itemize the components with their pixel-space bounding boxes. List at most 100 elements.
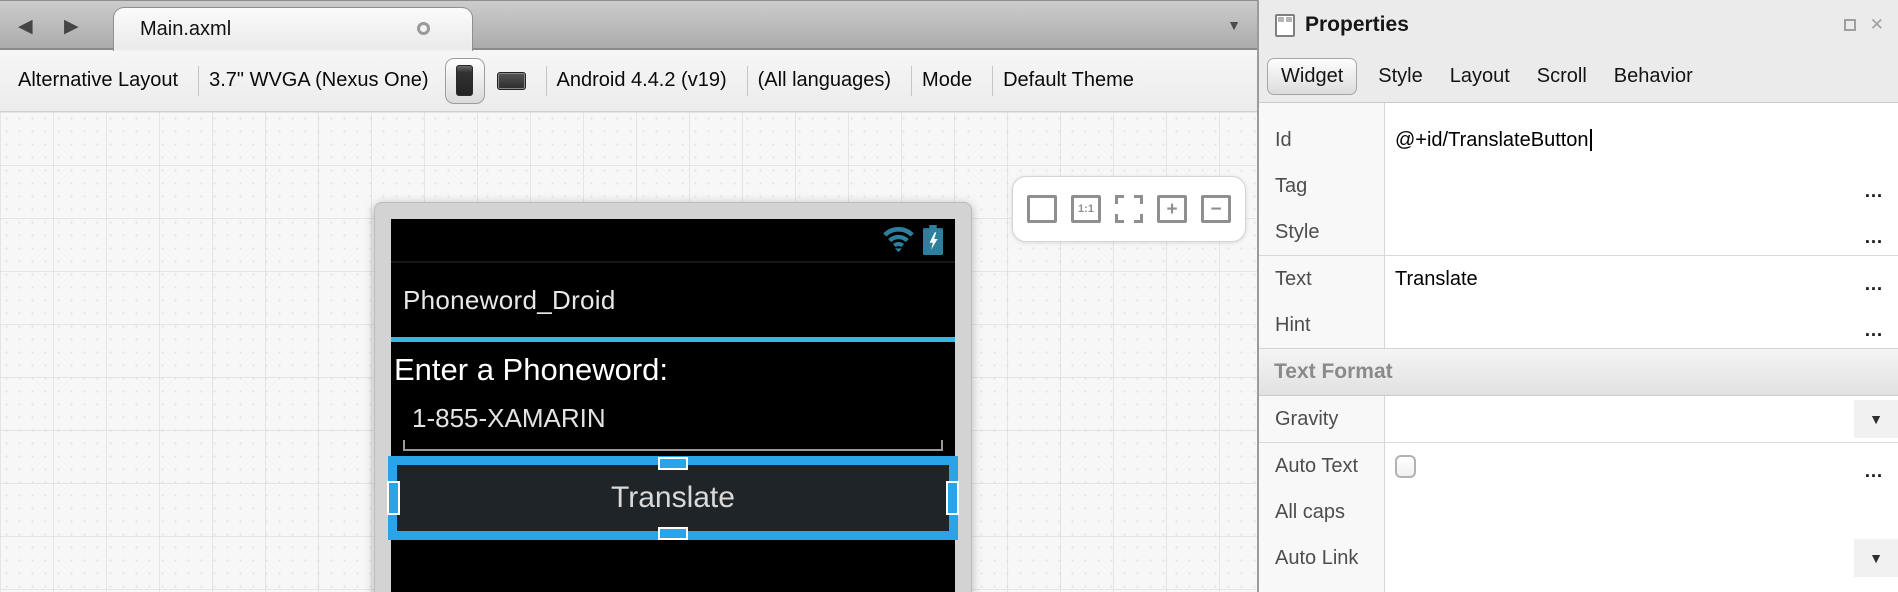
mode-selector[interactable]: Mode (922, 69, 972, 92)
tag-input[interactable]: … (1385, 163, 1898, 209)
action-bar: Phoneword_Droid (391, 263, 955, 337)
landscape-orientation-button[interactable] (497, 72, 526, 90)
fit-to-view-button[interactable] (1115, 195, 1143, 223)
design-canvas[interactable]: Phoneword_Droid Enter a Phoneword: 1-855… (0, 112, 1257, 592)
nav-back-icon[interactable]: ◀ (18, 15, 33, 38)
designer-toolbar: Alternative Layout 3.7" WVGA (Nexus One)… (0, 50, 1257, 112)
ellipsis-button[interactable]: … (1864, 461, 1884, 483)
auto-text-value: … (1385, 443, 1898, 489)
selection-handle-top[interactable] (658, 457, 688, 470)
selection-handle-right[interactable] (946, 481, 959, 515)
device-preview-frame: Phoneword_Droid Enter a Phoneword: 1-855… (374, 202, 972, 592)
tab-overflow-icon[interactable]: ▼ (1227, 17, 1241, 33)
properties-title: Properties (1305, 13, 1844, 37)
device-selector[interactable]: 3.7" WVGA (Nexus One) (209, 69, 428, 92)
ellipsis-button[interactable]: … (1864, 274, 1884, 296)
auto-text-checkbox[interactable] (1395, 455, 1416, 478)
table-filler (1259, 581, 1898, 592)
row-auto-link-label: Auto Link (1259, 535, 1385, 581)
row-gravity: Gravity ▼ (1259, 396, 1898, 442)
row-id-label: Id (1259, 117, 1385, 163)
designer-window: ◀ ▶ Main.axml ▼ Alternative Layout 3.7" … (0, 0, 1898, 592)
section-text-format: Text Format (1259, 348, 1898, 396)
canvas-zoom-toolbar: 1:1 + − (1012, 176, 1246, 242)
alternative-layout-button[interactable]: Alternative Layout (18, 69, 178, 92)
table-row (1259, 103, 1898, 117)
ellipsis-button[interactable]: … (1864, 227, 1884, 249)
text-caret (1590, 129, 1592, 151)
ellipsis-button[interactable]: … (1864, 181, 1884, 203)
row-hint-label: Hint (1259, 302, 1385, 348)
app-title: Phoneword_Droid (403, 285, 616, 316)
row-all-caps-label: All caps (1259, 489, 1385, 535)
tab-widget[interactable]: Widget (1267, 58, 1357, 95)
row-hint: Hint … (1259, 302, 1898, 348)
properties-pad-icon (1275, 14, 1295, 37)
wifi-icon (883, 227, 914, 253)
auto-link-dropdown[interactable]: ▼ (1385, 535, 1898, 581)
row-auto-text-label: Auto Text (1259, 443, 1385, 489)
tab-layout[interactable]: Layout (1450, 65, 1510, 88)
device-screen: Phoneword_Droid Enter a Phoneword: 1-855… (391, 219, 955, 592)
dock-panel-icon[interactable] (1844, 19, 1856, 31)
battery-charging-icon (923, 225, 943, 255)
row-auto-text: Auto Text … (1259, 443, 1898, 489)
style-input[interactable]: … (1385, 209, 1898, 255)
tab-scroll[interactable]: Scroll (1537, 65, 1587, 88)
tab-style[interactable]: Style (1378, 65, 1422, 88)
gravity-dropdown[interactable]: ▼ (1385, 396, 1898, 442)
zoom-out-button[interactable]: − (1201, 195, 1231, 223)
row-tag-label: Tag (1259, 163, 1385, 209)
edittext-underline (403, 440, 943, 451)
tab-main-axml[interactable]: Main.axml (113, 7, 473, 51)
actual-size-button[interactable]: 1:1 (1071, 195, 1101, 223)
toolbar-separator (747, 66, 748, 96)
toolbar-separator (546, 66, 547, 96)
close-panel-icon[interactable]: ✕ (1870, 15, 1884, 35)
language-selector[interactable]: (All languages) (758, 69, 891, 92)
properties-table: Id @+id/TranslateButton Tag … Style … T (1259, 102, 1898, 592)
tab-behavior[interactable]: Behavior (1614, 65, 1693, 88)
selection-handle-bottom[interactable] (658, 527, 688, 540)
nav-forward-icon[interactable]: ▶ (64, 15, 79, 38)
row-tag: Tag … (1259, 163, 1898, 209)
document-tab-bar: ◀ ▶ Main.axml ▼ (0, 0, 1257, 50)
row-all-caps: All caps (1259, 489, 1898, 535)
row-id: Id @+id/TranslateButton (1259, 117, 1898, 163)
hint-input[interactable]: … (1385, 302, 1898, 348)
selection-handle-left[interactable] (387, 481, 400, 515)
text-value: Translate (1395, 268, 1478, 291)
editor-column: ◀ ▶ Main.axml ▼ Alternative Layout 3.7" … (0, 0, 1259, 592)
id-value: @+id/TranslateButton (1395, 129, 1589, 152)
portrait-phone-icon (456, 65, 473, 96)
chevron-down-icon[interactable]: ▼ (1854, 400, 1898, 438)
action-bar-accent-line (391, 337, 955, 342)
zoom-in-button[interactable]: + (1157, 195, 1187, 223)
translate-button[interactable]: Translate (397, 465, 949, 531)
id-input[interactable]: @+id/TranslateButton (1385, 117, 1898, 163)
android-version-selector[interactable]: Android 4.4.2 (v19) (557, 69, 727, 92)
row-gravity-label: Gravity (1259, 396, 1385, 442)
split-view-button[interactable] (1027, 195, 1057, 223)
phoneword-label[interactable]: Enter a Phoneword: (394, 348, 955, 392)
portrait-orientation-button[interactable] (445, 58, 485, 104)
theme-selector[interactable]: Default Theme (1003, 69, 1134, 92)
row-text: Text Translate … (1259, 256, 1898, 302)
properties-panel: Properties ✕ Widget Style Layout Scroll … (1259, 0, 1898, 592)
row-text-label: Text (1259, 256, 1385, 302)
text-input[interactable]: Translate … (1385, 256, 1898, 302)
properties-header: Properties ✕ (1259, 0, 1898, 50)
widget-selection[interactable]: Translate (388, 456, 958, 540)
chevron-down-icon[interactable]: ▼ (1854, 539, 1898, 577)
all-caps-value[interactable] (1385, 489, 1898, 535)
row-style-label: Style (1259, 209, 1385, 255)
row-auto-link: Auto Link ▼ (1259, 535, 1898, 581)
properties-tabs: Widget Style Layout Scroll Behavior (1259, 50, 1898, 102)
status-bar (391, 219, 955, 263)
tab-close-icon[interactable] (417, 22, 430, 35)
toolbar-separator (198, 66, 199, 96)
row-style: Style … (1259, 209, 1898, 255)
toolbar-separator (911, 66, 912, 96)
ellipsis-button[interactable]: … (1864, 320, 1884, 342)
phoneword-edittext[interactable]: 1-855-XAMARIN (391, 400, 955, 451)
